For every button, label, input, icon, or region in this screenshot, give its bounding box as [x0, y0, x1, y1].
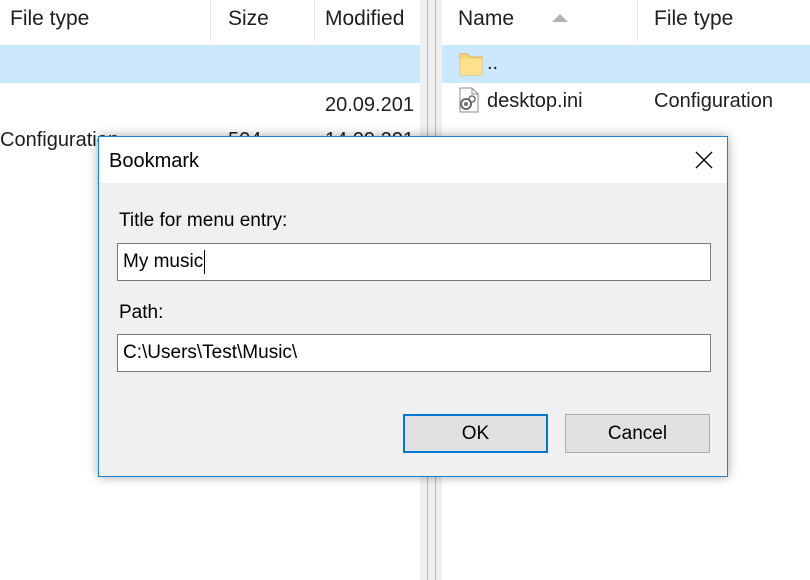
column-divider[interactable] — [314, 0, 315, 42]
column-divider[interactable] — [210, 0, 211, 42]
bookmark-dialog: Bookmark Title for menu entry: My music … — [98, 136, 728, 477]
cell-modified: 20.09.201 — [325, 94, 414, 116]
path-input-value: C:\Users\Test\Music\ — [123, 342, 298, 363]
column-header-file-type[interactable]: File type — [10, 0, 210, 42]
cancel-button[interactable]: Cancel — [565, 414, 710, 453]
table-row-selected[interactable]: .. — [442, 45, 810, 83]
path-field-label: Path: — [119, 302, 164, 323]
ok-button[interactable]: OK — [403, 414, 548, 453]
cell-name: desktop.ini — [487, 90, 583, 112]
cell-name: .. — [487, 52, 499, 74]
title-input-value: My music — [123, 251, 204, 272]
config-file-icon — [459, 87, 479, 113]
dialog-title: Bookmark — [109, 150, 200, 172]
column-header-modified[interactable]: Modified — [325, 0, 420, 42]
close-button[interactable] — [681, 137, 727, 183]
folder-icon — [459, 53, 483, 76]
table-row-selected[interactable] — [0, 45, 420, 83]
column-header-size[interactable]: Size — [228, 0, 313, 42]
column-divider[interactable] — [637, 0, 638, 42]
cell-file-type: Configuration — [654, 90, 773, 112]
path-input[interactable]: C:\Users\Test\Music\ — [117, 334, 711, 372]
column-header-name[interactable]: Name — [458, 0, 638, 42]
sort-ascending-icon — [552, 14, 568, 22]
title-input[interactable]: My music — [117, 243, 711, 281]
title-field-label: Title for menu entry: — [119, 210, 288, 231]
column-header-file-type[interactable]: File type — [654, 0, 810, 42]
close-icon — [695, 151, 713, 169]
dialog-title-bar[interactable]: Bookmark — [99, 137, 727, 183]
text-caret — [204, 249, 206, 274]
